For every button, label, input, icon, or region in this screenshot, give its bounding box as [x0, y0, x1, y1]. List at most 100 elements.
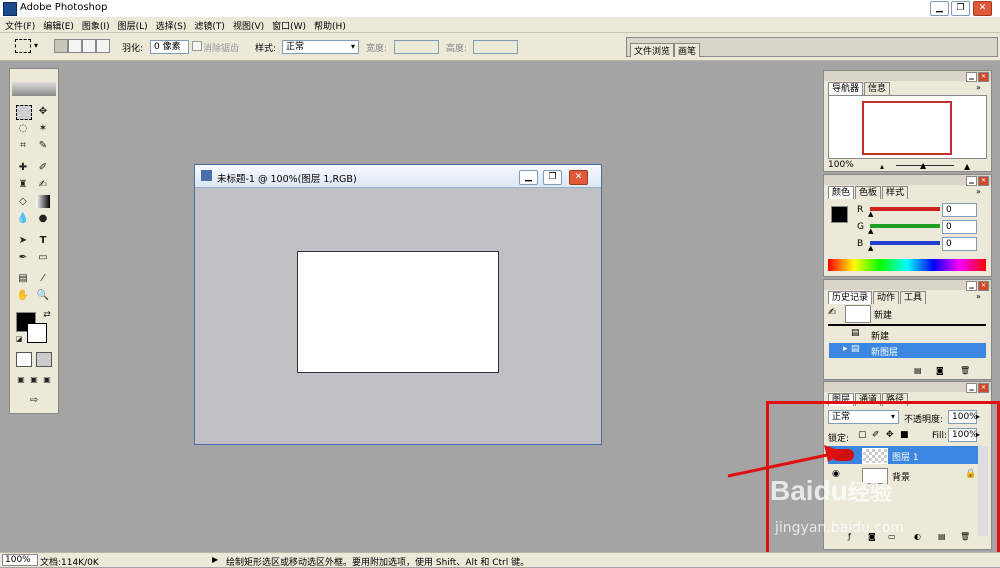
panel-close-button[interactable]: ✕: [978, 72, 989, 82]
trash-icon[interactable]: 🗑: [960, 366, 970, 375]
height-input[interactable]: [473, 40, 518, 54]
channel-r-input[interactable]: 0: [942, 203, 977, 217]
background-color-swatch[interactable]: [27, 323, 47, 343]
panel-close-button[interactable]: ✕: [978, 281, 989, 291]
panel-close-button[interactable]: ✕: [978, 176, 989, 186]
panel-minimize-button[interactable]: ▁: [966, 176, 977, 186]
intersect-selection-icon[interactable]: [96, 39, 110, 53]
list-item[interactable]: ▸ ▤ 新图层: [829, 343, 986, 358]
slider-handle-icon[interactable]: ▲: [868, 244, 873, 252]
navigator-view-box[interactable]: [862, 101, 952, 155]
tab-color[interactable]: 颜色: [828, 186, 855, 199]
tab-file-browser[interactable]: 文件浏览: [630, 43, 675, 57]
quick-mask-icon[interactable]: [36, 352, 52, 367]
menu-help[interactable]: 帮助(H): [309, 17, 349, 32]
brush-icon[interactable]: ✐: [36, 161, 50, 174]
panel-minimize-button[interactable]: ▁: [966, 383, 977, 393]
marquee-preset-icon[interactable]: [15, 39, 31, 53]
blur-icon[interactable]: 💧: [16, 212, 30, 225]
path-selection-icon[interactable]: ➤: [16, 234, 30, 247]
foreground-color-swatch[interactable]: [831, 206, 848, 223]
tab-history[interactable]: 历史记录: [828, 291, 873, 304]
move-icon[interactable]: ✥: [36, 105, 50, 118]
menu-view[interactable]: 视图(V): [228, 17, 267, 32]
add-selection-icon[interactable]: [68, 39, 82, 53]
zoom-field[interactable]: 100%: [2, 554, 38, 566]
history-brush-icon[interactable]: ✍: [36, 178, 50, 191]
zoom-icon[interactable]: 🔍: [36, 289, 50, 302]
zoom-in-icon[interactable]: ▲: [964, 162, 970, 171]
menu-filter[interactable]: 滤镜(T): [189, 17, 228, 32]
crop-icon[interactable]: ⌗: [16, 139, 30, 152]
subtract-selection-icon[interactable]: [82, 39, 96, 53]
clone-stamp-icon[interactable]: ♜: [16, 178, 30, 191]
snapshot-thumbnail[interactable]: [845, 305, 871, 323]
panel-close-button[interactable]: ✕: [978, 383, 989, 393]
eraser-icon[interactable]: ◇: [16, 195, 30, 208]
magic-wand-icon[interactable]: ✶: [36, 122, 50, 135]
dodge-icon[interactable]: ●: [36, 212, 50, 225]
status-arrow-icon[interactable]: ▶: [212, 555, 218, 564]
tab-brushes[interactable]: 画笔: [674, 43, 701, 57]
menu-edit[interactable]: 编辑(E): [38, 17, 77, 32]
zoom-slider-handle[interactable]: ▲: [920, 161, 926, 170]
list-item[interactable]: ▤ 新建: [829, 327, 986, 342]
document-maximize-button[interactable]: ❐: [543, 170, 562, 185]
panel-menu-icon[interactable]: »: [976, 187, 981, 196]
slider-handle-icon[interactable]: ▲: [868, 227, 873, 235]
gradient-icon[interactable]: [36, 195, 50, 208]
channel-r-slider[interactable]: [870, 207, 940, 211]
tab-styles[interactable]: 样式: [882, 186, 909, 199]
healing-brush-icon[interactable]: ✚: [16, 161, 30, 174]
document-close-button[interactable]: ✕: [569, 170, 588, 185]
panel-menu-icon[interactable]: »: [976, 292, 981, 301]
tab-swatches[interactable]: 色板: [855, 186, 882, 199]
menu-window[interactable]: 窗口(W): [267, 17, 309, 32]
width-input[interactable]: [394, 40, 439, 54]
maximize-button[interactable]: ❐: [951, 1, 970, 16]
menu-select[interactable]: 选择(S): [151, 17, 190, 32]
pen-icon[interactable]: ✒: [16, 251, 30, 264]
panel-minimize-button[interactable]: ▁: [966, 281, 977, 291]
rectangular-marquee-icon[interactable]: [16, 105, 32, 120]
chevron-down-icon[interactable]: ▾: [34, 41, 38, 50]
tab-info[interactable]: 信息: [864, 82, 891, 95]
hand-icon[interactable]: ✋: [16, 289, 30, 302]
panel-minimize-button[interactable]: ▁: [966, 72, 977, 82]
menu-layer[interactable]: 图层(L): [113, 17, 151, 32]
channel-g-slider[interactable]: [870, 224, 940, 228]
menu-image[interactable]: 图象(I): [77, 17, 113, 32]
channel-g-input[interactable]: 0: [942, 220, 977, 234]
standard-screen-icon[interactable]: ▣: [14, 373, 28, 386]
swap-colors-icon[interactable]: ⇄: [40, 309, 54, 322]
new-selection-icon[interactable]: [54, 39, 68, 53]
standard-mode-icon[interactable]: [16, 352, 32, 367]
menu-file[interactable]: 文件(F): [0, 17, 38, 32]
photoshop-logo-icon[interactable]: [12, 82, 56, 96]
navigator-zoom-value[interactable]: 100%: [828, 160, 854, 170]
tab-tools[interactable]: 工具: [900, 291, 927, 304]
full-screen-menu-icon[interactable]: ▣: [27, 373, 41, 386]
slider-handle-icon[interactable]: ▲: [868, 210, 873, 218]
slice-icon[interactable]: ✎: [36, 139, 50, 152]
tab-actions[interactable]: 动作: [873, 291, 900, 304]
antialias-checkbox[interactable]: [192, 41, 202, 51]
new-document-from-state-icon[interactable]: ▤: [914, 366, 922, 375]
channel-b-input[interactable]: 0: [942, 237, 977, 251]
canvas[interactable]: [297, 251, 499, 373]
lasso-icon[interactable]: ◌: [16, 122, 30, 135]
minimize-button[interactable]: ▁: [930, 1, 949, 16]
style-select[interactable]: 正常 ▾: [282, 40, 359, 54]
new-snapshot-icon[interactable]: ◙: [936, 366, 944, 375]
full-screen-icon[interactable]: ▣: [40, 373, 54, 386]
panel-menu-icon[interactable]: »: [976, 83, 981, 92]
color-spectrum-bar[interactable]: [828, 259, 986, 271]
history-brush-source-icon[interactable]: ✍: [828, 307, 836, 318]
type-icon[interactable]: T: [36, 234, 50, 247]
feather-input[interactable]: 0 像素: [150, 40, 189, 54]
default-colors-icon[interactable]: ◪: [12, 333, 26, 346]
close-button[interactable]: ✕: [973, 1, 992, 16]
eyedropper-icon[interactable]: ⁄: [36, 272, 50, 285]
channel-b-slider[interactable]: [870, 241, 940, 245]
zoom-out-icon[interactable]: ▴: [880, 162, 884, 171]
